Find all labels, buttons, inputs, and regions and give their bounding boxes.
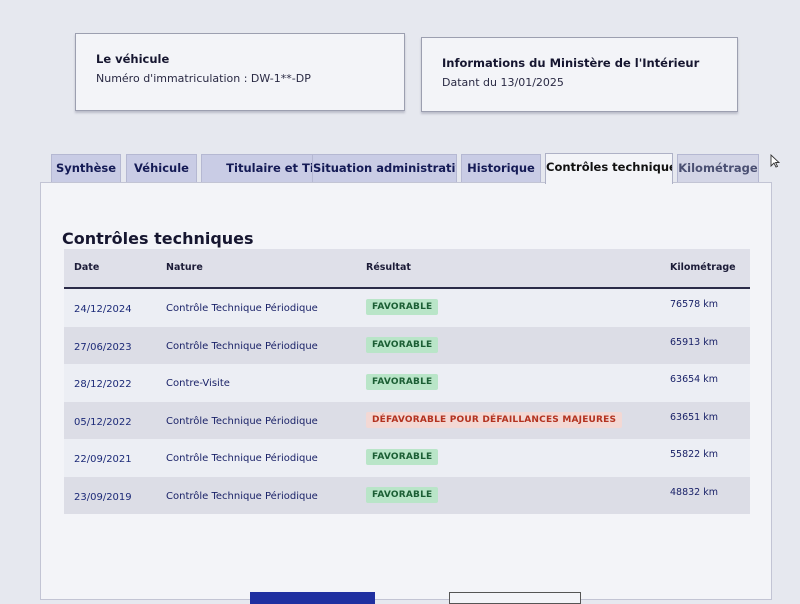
cell-mileage: 55822 km [670, 449, 718, 460]
table-row: 24/12/2024 Contrôle Technique Périodique… [64, 289, 750, 327]
tab-controles-techniques[interactable]: Contrôles techniques [545, 153, 673, 184]
inspections-table: Date Nature Résultat Kilométrage 24/12/2… [64, 249, 750, 514]
status-badge: FAVORABLE [366, 299, 439, 315]
table-row: 22/09/2021 Contrôle Technique Périodique… [64, 439, 750, 477]
cell-nature: Contrôle Technique Périodique [166, 490, 318, 502]
column-header-nature: Nature [166, 262, 203, 273]
vehicle-card: Le véhicule Numéro d'immatriculation : D… [75, 33, 405, 111]
cell-date: 24/12/2024 [74, 304, 132, 315]
cell-date: 27/06/2023 [74, 341, 132, 353]
tab-historique[interactable]: Historique [461, 154, 541, 182]
cell-nature: Contrôle Technique Périodique [166, 303, 318, 314]
ministry-card-title: Informations du Ministère de l'Intérieur [442, 56, 700, 70]
cell-mileage: 48832 km [670, 486, 718, 498]
table-header: Date Nature Résultat Kilométrage [64, 249, 750, 289]
cell-mileage: 76578 km [670, 299, 718, 310]
ministry-info-card: Informations du Ministère de l'Intérieur… [421, 37, 738, 112]
secondary-action-button[interactable] [449, 592, 581, 604]
cell-date: 05/12/2022 [74, 416, 132, 428]
tab-kilometrage[interactable]: Kilométrage [677, 154, 759, 182]
column-header-result: Résultat [366, 262, 411, 273]
table-row: 05/12/2022 Contrôle Technique Périodique… [64, 401, 750, 439]
cell-date: 28/12/2022 [74, 379, 132, 390]
tab-synthese[interactable]: Synthèse [51, 154, 121, 182]
cell-nature: Contrôle Technique Périodique [166, 415, 318, 427]
primary-action-button[interactable] [250, 592, 375, 604]
table-row: 27/06/2023 Contrôle Technique Périodique… [64, 326, 750, 364]
section-title: Contrôles techniques [62, 229, 254, 248]
column-header-date: Date [74, 262, 100, 273]
tab-situation-administrative[interactable]: Situation administrative [312, 154, 457, 182]
cell-nature: Contrôle Technique Périodique [166, 453, 318, 464]
cell-nature: Contre-Visite [166, 378, 230, 389]
table-body: 24/12/2024 Contrôle Technique Périodique… [64, 289, 750, 514]
column-header-mileage: Kilométrage [670, 262, 736, 273]
status-badge: FAVORABLE [366, 449, 439, 465]
status-badge: FAVORABLE [366, 486, 439, 503]
status-badge: DÉFAVORABLE POUR DÉFAILLANCES MAJEURES [366, 411, 623, 428]
cell-mileage: 63654 km [670, 374, 718, 385]
cell-mileage: 65913 km [670, 336, 718, 348]
cell-date: 23/09/2019 [74, 491, 132, 503]
table-row: 28/12/2022 Contre-Visite FAVORABLE 63654… [64, 364, 750, 402]
registration-number: Numéro d'immatriculation : DW-1**-DP [96, 72, 311, 85]
cell-date: 22/09/2021 [74, 454, 132, 465]
tab-vehicule[interactable]: Véhicule [126, 154, 197, 182]
status-badge: FAVORABLE [366, 374, 439, 390]
cell-mileage: 63651 km [670, 411, 718, 423]
cell-nature: Contrôle Technique Périodique [166, 340, 318, 352]
table-row: 23/09/2019 Contrôle Technique Périodique… [64, 476, 750, 514]
vehicle-card-title: Le véhicule [96, 52, 170, 66]
status-badge: FAVORABLE [366, 336, 439, 353]
data-date: Datant du 13/01/2025 [442, 76, 564, 89]
